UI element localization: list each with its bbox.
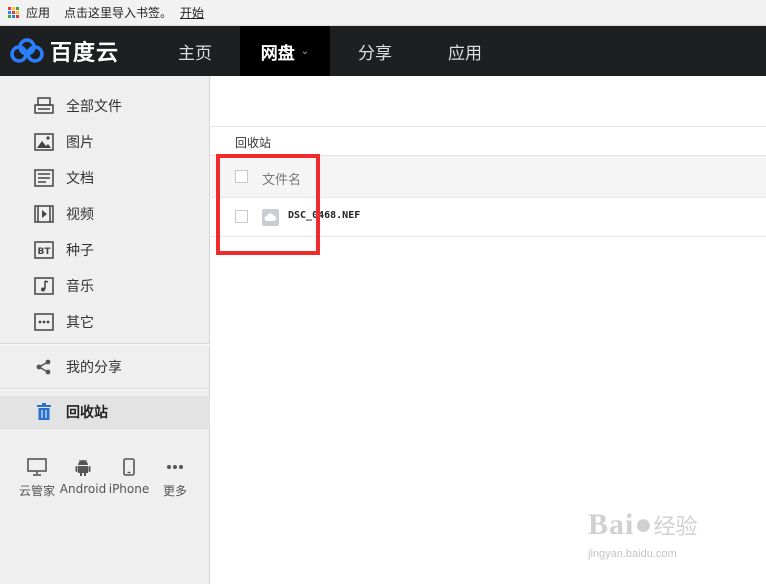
app-label: 更多 <box>162 484 187 498</box>
sidebar-item-label: 其它 <box>66 315 94 331</box>
watermark-url: jingyan.baidu.com <box>588 548 677 560</box>
image-icon <box>34 133 54 151</box>
tab-netdisk[interactable]: 网盘 ⌄ <box>240 26 330 76</box>
chevron-down-icon: ⌄ <box>300 45 310 57</box>
sidebar-item-label: 种子 <box>66 243 94 259</box>
sidebar-item-label: 我的分享 <box>66 360 122 376</box>
sidebar-item-label: 回收站 <box>66 405 108 421</box>
app-label: 云管家 <box>18 484 55 498</box>
tab-apps[interactable]: 应用 <box>420 26 510 76</box>
top-nav: 百度云 主页 网盘 ⌄ 分享 应用 <box>0 26 766 76</box>
bookmarks-bar: 应用 点击这里导入书签。 开始 <box>0 0 766 26</box>
sidebar-divider <box>0 428 210 429</box>
sidebar-item-label: 图片 <box>66 135 94 151</box>
logo-text: 百度云 <box>50 41 120 66</box>
tab-netdisk-label: 网盘 <box>260 43 295 64</box>
baidu-cloud-logo[interactable]: 百度云 <box>0 26 150 76</box>
client-apps: 云管家 Android iPhone 更多 <box>14 456 198 499</box>
tab-apps-label: 应用 <box>448 43 482 64</box>
bookmark-import-text: 点击这里导入书签。 <box>64 6 173 20</box>
sidebar-item-label: 文档 <box>66 171 94 187</box>
document-icon <box>34 169 54 187</box>
sidebar-item-videos[interactable]: 视频 <box>0 198 210 230</box>
tab-share-label: 分享 <box>358 43 392 64</box>
sidebar-divider <box>0 344 210 345</box>
tab-share[interactable]: 分享 <box>330 26 420 76</box>
sidebar-item-label: 音乐 <box>66 279 94 295</box>
phone-icon <box>123 456 135 478</box>
sidebar-item-music[interactable]: 音乐 <box>0 270 210 302</box>
android-icon <box>75 456 91 478</box>
sidebar-item-torrents[interactable]: BT 种子 <box>0 234 210 266</box>
bookmark-apps[interactable]: 应用 <box>26 4 50 21</box>
video-icon <box>34 205 54 223</box>
ellipsis-icon <box>166 456 184 478</box>
app-desktop[interactable]: 云管家 <box>14 456 60 499</box>
sidebar-item-other[interactable]: 其它 <box>0 306 210 338</box>
tab-home[interactable]: 主页 <box>150 26 240 76</box>
sidebar-item-label: 全部文件 <box>66 99 122 115</box>
monitor-icon <box>27 456 47 478</box>
app-label: iPhone <box>108 482 150 496</box>
sidebar: 全部文件 图片 文档 视频 BT 种子 音乐 其它 我的分享 回收站 云管家 A… <box>0 76 210 584</box>
svg-text:BT: BT <box>38 247 52 257</box>
watermark-brand: Bai <box>588 508 635 541</box>
apps-grid-icon[interactable] <box>8 6 20 19</box>
sidebar-item-my-shares[interactable]: 我的分享 <box>0 351 210 383</box>
app-more[interactable]: 更多 <box>152 456 198 499</box>
share-icon <box>34 358 54 376</box>
baidu-jingyan-watermark: Bai●经验 <box>588 508 698 542</box>
breadcrumb: 回收站 <box>235 136 272 150</box>
app-iphone[interactable]: iPhone <box>106 456 152 499</box>
sidebar-item-all-files[interactable]: 全部文件 <box>0 90 210 122</box>
bookmark-start-link[interactable]: 开始 <box>180 4 204 21</box>
more-box-icon <box>34 313 54 331</box>
cloud-logo-icon <box>10 38 44 63</box>
tab-home-label: 主页 <box>178 43 212 64</box>
sidebar-item-recycle-bin[interactable]: 回收站 <box>0 396 210 428</box>
sidebar-item-label: 视频 <box>66 207 94 223</box>
sidebar-item-documents[interactable]: 文档 <box>0 162 210 194</box>
trash-icon <box>34 403 54 421</box>
toolbar <box>211 76 766 127</box>
app-label: Android <box>59 482 107 496</box>
sidebar-divider <box>0 389 210 390</box>
bt-icon: BT <box>34 241 54 259</box>
paw-icon: ● <box>634 508 654 541</box>
sidebar-item-images[interactable]: 图片 <box>0 126 210 158</box>
highlight-box <box>216 154 320 255</box>
app-android[interactable]: Android <box>60 456 106 499</box>
watermark-brand-cn: 经验 <box>653 515 698 540</box>
printer-icon <box>34 97 54 115</box>
music-icon <box>34 277 54 295</box>
